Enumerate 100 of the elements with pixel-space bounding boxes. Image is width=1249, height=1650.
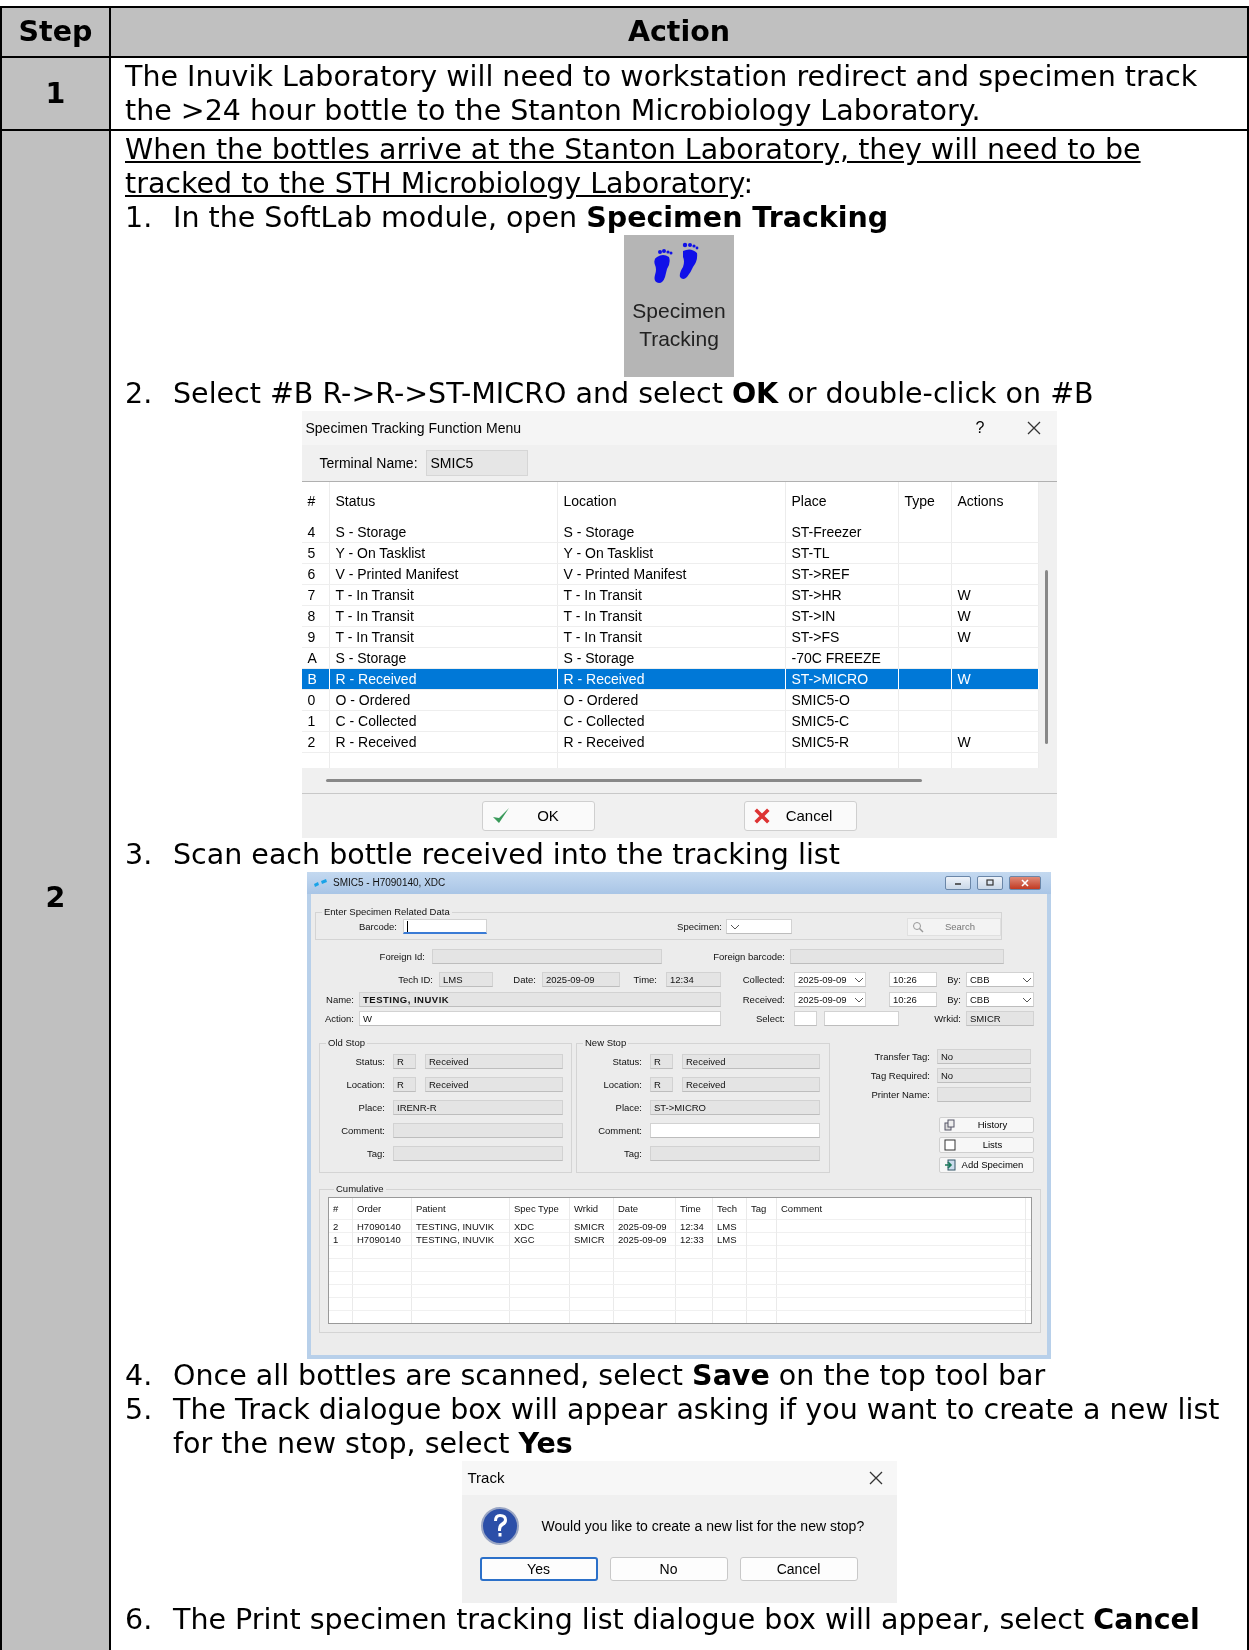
name-field[interactable]: TESTING, INUVIK xyxy=(359,992,721,1007)
barcode-field[interactable] xyxy=(403,919,487,934)
foreign-barcode-field[interactable] xyxy=(790,949,1004,964)
close-icon[interactable] xyxy=(1026,421,1041,435)
table-cell: H7090140 xyxy=(357,1234,401,1245)
list-row[interactable]: 4 S - Storage S - Storage ST-Freezer xyxy=(301,522,1039,543)
list-row[interactable]: 8 T - In Transit T - In Transit ST->IN W xyxy=(301,606,1039,627)
dialog-button[interactable]: Yes xyxy=(479,1557,598,1581)
tag-field[interactable] xyxy=(650,1146,820,1161)
tile-label: Specimen Tracking xyxy=(631,298,727,352)
column-header: Order xyxy=(353,1198,412,1220)
location-code-field[interactable]: R xyxy=(650,1077,673,1092)
list-row[interactable]: 0 O - Ordered O - Ordered SMIC5-O xyxy=(301,690,1039,711)
date-dropdown[interactable]: 2025-09-09 xyxy=(794,972,866,987)
search-button[interactable]: Search xyxy=(907,917,1001,936)
location-field[interactable]: Received xyxy=(682,1077,820,1092)
select-field[interactable] xyxy=(794,1011,817,1026)
documents-icon xyxy=(944,1118,956,1131)
column-header: Comment xyxy=(777,1198,1026,1220)
table-cell: T - In Transit xyxy=(557,606,786,626)
scrollbar[interactable] xyxy=(1044,570,1048,744)
table-cell: S - Storage xyxy=(557,648,786,668)
field-label: Tag Required: xyxy=(869,1068,931,1083)
table-cell: -70C FREEZE xyxy=(785,648,899,668)
transfer-tag-field[interactable]: No xyxy=(937,1049,1031,1065)
list-row[interactable]: 6 V - Printed Manifest V - Printed Manifest ST->REF xyxy=(301,564,1039,585)
select-field[interactable] xyxy=(824,1011,899,1026)
step-text: In the SoftLab module, open Specimen Tracking xyxy=(173,201,890,235)
dialog-button[interactable]: Cancel xyxy=(739,1557,858,1581)
list-row[interactable]: 1 C - Collected C - Collected SMIC5-C xyxy=(301,711,1039,732)
field-label: By: xyxy=(946,972,962,987)
cross-icon xyxy=(752,807,771,825)
dialog-button[interactable]: No xyxy=(609,1557,728,1581)
wrkid-field[interactable]: SMICR xyxy=(966,1011,1034,1026)
list-row[interactable]: 9 T - In Transit T - In Transit ST->FS W xyxy=(301,627,1039,648)
column-header: Status xyxy=(329,482,558,522)
list-row[interactable]: B R - Received R - Received ST->MICRO W xyxy=(301,669,1039,690)
tag-field[interactable] xyxy=(393,1146,563,1161)
side-button[interactable]: History xyxy=(939,1116,1034,1133)
instruction-heading: When the bottles arrive at the Stanton Laboratory, they will need to be tracked to the STH Microbiology Laboratory: xyxy=(124,132,1142,201)
close-icon xyxy=(1020,879,1030,887)
maximize-button[interactable] xyxy=(977,876,1003,890)
comment-field[interactable] xyxy=(393,1123,563,1138)
minimize-button[interactable] xyxy=(945,876,971,890)
specimen-dropdown[interactable] xyxy=(726,919,792,934)
comment-field[interactable] xyxy=(650,1123,820,1138)
side-button[interactable]: Add Specimen xyxy=(939,1156,1034,1173)
table-cell: 2025-09-09 xyxy=(618,1221,667,1232)
list-row[interactable]: 7 T - In Transit T - In Transit ST->HR W xyxy=(301,585,1039,606)
table-cell: ST->IN xyxy=(785,606,899,626)
close-icon[interactable] xyxy=(868,1471,883,1485)
time-field[interactable]: 12:34 xyxy=(666,972,721,987)
tech-dropdown[interactable]: CBB xyxy=(966,972,1034,987)
table-cell: 2025-09-09 xyxy=(618,1234,667,1245)
time-field[interactable]: 10:26 xyxy=(889,972,937,987)
foreign-id-field[interactable] xyxy=(432,949,662,964)
step-text: The Track dialogue box will appear asking if you want to create a new list for the new stop, select Yes xyxy=(173,1393,1221,1461)
location-code-field[interactable]: R xyxy=(393,1077,416,1092)
location-field[interactable]: Received xyxy=(425,1077,563,1092)
terminal-name-field: SMIC5 xyxy=(425,450,528,476)
table-cell: ST-Freezer xyxy=(785,522,899,542)
dialog-button[interactable]: Cancel xyxy=(743,801,857,831)
table-cell: T - In Transit xyxy=(329,585,558,605)
status-field[interactable]: Received xyxy=(682,1054,820,1069)
table-cell: ST->FS xyxy=(785,627,899,647)
step-number: 2 xyxy=(45,881,66,914)
list-number: 4. xyxy=(125,1359,154,1393)
table-cell: 12:34 xyxy=(680,1221,704,1232)
step-text: The Print specimen tracking list dialogue box will appear, select Cancel xyxy=(173,1603,1201,1637)
scrollbar[interactable] xyxy=(325,779,922,782)
status-code-field[interactable]: R xyxy=(393,1054,416,1069)
tech-dropdown[interactable]: CBB xyxy=(966,992,1034,1007)
table-cell: T - In Transit xyxy=(557,627,786,647)
place-field[interactable]: ST->MICRO xyxy=(650,1100,820,1115)
printer-name-field[interactable] xyxy=(937,1087,1031,1103)
status-field[interactable]: Received xyxy=(425,1054,563,1069)
table-cell: SMIC5-O xyxy=(785,690,899,710)
list-row[interactable]: 2 R - Received R - Received SMIC5-R W xyxy=(301,732,1039,753)
place-field[interactable]: IRENR-R xyxy=(393,1100,563,1115)
module-tile[interactable]: Specimen Tracking xyxy=(624,235,734,377)
status-code-field[interactable]: R xyxy=(650,1054,673,1069)
table-cell: LMS xyxy=(717,1234,737,1245)
table-cell: W xyxy=(957,587,971,603)
time-field[interactable]: 10:26 xyxy=(889,992,937,1007)
side-button[interactable]: Lists xyxy=(939,1136,1034,1153)
help-button[interactable]: ? xyxy=(975,419,985,437)
tag-required-field[interactable]: No xyxy=(937,1068,1031,1084)
list-number: 2. xyxy=(125,377,154,411)
action-field[interactable]: W xyxy=(359,1011,721,1026)
step-number: 1 xyxy=(45,77,66,110)
add-item-icon xyxy=(944,1158,956,1171)
date-field[interactable]: 2025-09-09 xyxy=(542,972,620,987)
dialog-button[interactable]: OK xyxy=(481,801,595,831)
table-cell: 7 xyxy=(301,585,330,605)
table-cell: 1 xyxy=(301,711,330,731)
date-dropdown[interactable]: 2025-09-09 xyxy=(794,992,866,1007)
close-button[interactable] xyxy=(1009,876,1041,890)
list-row[interactable]: 5 Y - On Tasklist Y - On Tasklist ST-TL xyxy=(301,543,1039,564)
tech-id-field[interactable]: LMS xyxy=(439,972,493,987)
table-cell: W xyxy=(957,629,971,645)
